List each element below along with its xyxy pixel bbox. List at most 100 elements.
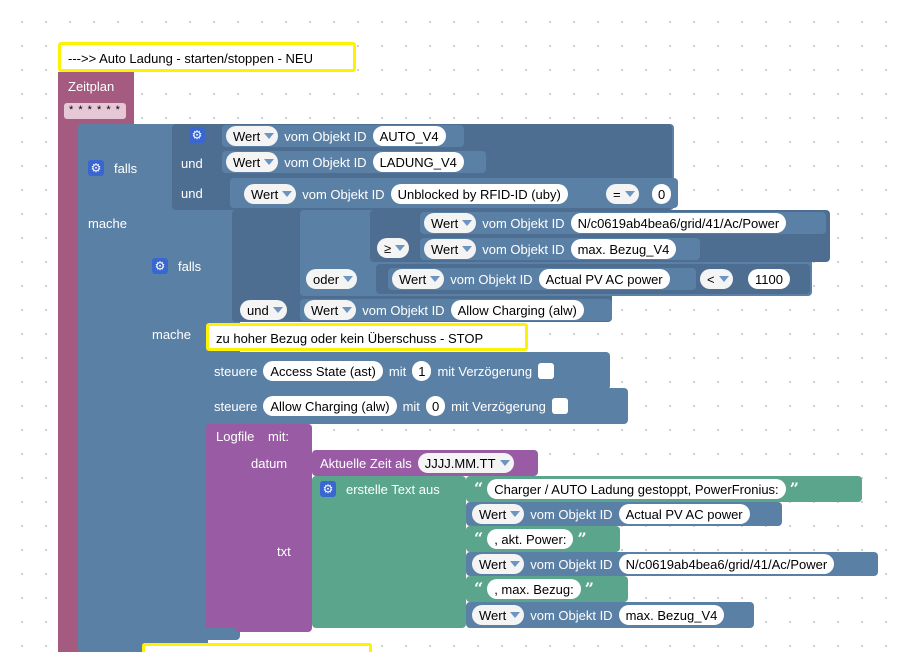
header-comment-block[interactable]: --->> Auto Ladung - starten/stoppen - NE…	[58, 42, 356, 72]
and-chain-gear-icon[interactable]: ⚙	[189, 127, 205, 143]
and-label-1: und	[181, 156, 203, 171]
create-text-block[interactable]	[312, 476, 466, 628]
attr-dropdown[interactable]: Wert	[244, 184, 297, 204]
attr-dropdown[interactable]: Wert	[472, 554, 525, 574]
date-format-dropdown[interactable]: JJJJ.MM.TT	[417, 453, 514, 473]
text-literal-1[interactable]: “ Charger / AUTO Ladung gestoppt, PowerF…	[466, 476, 862, 502]
object-id-field[interactable]: max. Bezug_V4	[618, 605, 725, 625]
with-label: mit	[402, 398, 420, 414]
attr-dropdown[interactable]: Wert	[424, 213, 477, 233]
attr-dropdown[interactable]: Wert	[472, 605, 525, 625]
schedule-cron-field[interactable]: * * * * * *	[64, 103, 126, 119]
attr-dropdown[interactable]: Wert	[304, 300, 357, 320]
object-id-field[interactable]: Access State (ast)	[263, 361, 383, 381]
attr-dropdown[interactable]: Wert	[424, 239, 477, 259]
number-value-0[interactable]: 0	[652, 184, 672, 204]
of-object-label: vom Objekt ID	[362, 302, 445, 318]
attr-dropdown[interactable]: Wert	[472, 504, 525, 524]
delay-checkbox[interactable]	[551, 398, 568, 414]
text-field[interactable]: , max. Bezug:	[487, 579, 581, 599]
lt-operator-dropdown[interactable]: <	[700, 269, 733, 289]
of-object-label: vom Objekt ID	[482, 241, 565, 257]
current-time-block[interactable]: Aktuelle Zeit als JJJJ.MM.TT	[312, 450, 538, 476]
outer-do-label: mache	[88, 216, 128, 231]
and-label-2: und	[181, 186, 203, 201]
control-label: steuere	[214, 398, 258, 414]
txt-label: txt	[277, 544, 291, 559]
or-operator-dropdown[interactable]: oder	[306, 269, 358, 289]
getter-max-bezug[interactable]: Wert vom Objekt ID max. Bezug_V4	[420, 238, 700, 260]
logfile-with-label: mit:	[268, 429, 289, 444]
cond-ladung-v4[interactable]: Wert vom Objekt ID LADUNG_V4	[222, 151, 486, 173]
ge-operator-dropdown[interactable]: ≥	[377, 238, 410, 258]
of-object-label: vom Objekt ID	[284, 128, 367, 144]
quote-close-icon: ”	[584, 579, 594, 598]
text-field[interactable]: Charger / AUTO Ladung gestoppt, PowerFro…	[487, 479, 786, 499]
getter-grid-power[interactable]: Wert vom Objekt ID N/c0619ab4bea6/grid/4…	[420, 212, 826, 234]
number-value-0[interactable]: 0	[425, 396, 446, 416]
text-literal-3[interactable]: “ , max. Bezug: ”	[466, 576, 628, 602]
object-id-field[interactable]: AUTO_V4	[372, 126, 446, 146]
quote-open-icon: “	[474, 529, 484, 548]
object-id-field[interactable]: Actual PV AC power	[618, 504, 750, 524]
delay-label: mit Verzögerung	[451, 398, 546, 414]
create-text-label: erstelle Text aus	[346, 482, 440, 497]
inner-if-label: falls	[178, 259, 202, 274]
of-object-label: vom Objekt ID	[482, 215, 565, 231]
text-field[interactable]: , akt. Power:	[487, 529, 574, 549]
schedule-label: Zeitplan	[68, 79, 115, 94]
outer-if-label: falls	[114, 161, 138, 176]
quote-close-icon: ”	[577, 529, 587, 548]
getter-allow-charging[interactable]: Wert vom Objekt ID Allow Charging (alw)	[300, 299, 612, 321]
cond-uby-getter[interactable]: Wert vom Objekt ID Unblocked by RFID-ID …	[240, 183, 604, 205]
current-time-label: Aktuelle Zeit als	[320, 455, 412, 471]
getter-log-pv-power[interactable]: Wert vom Objekt ID Actual PV AC power	[466, 502, 782, 526]
inner-do-label: mache	[152, 327, 192, 342]
logfile-label: Logfile	[216, 429, 255, 444]
object-id-field[interactable]: LADUNG_V4	[372, 152, 464, 172]
with-label: mit	[388, 363, 407, 379]
date-label: datum	[251, 456, 288, 471]
attr-dropdown[interactable]: Wert	[226, 126, 279, 146]
attr-dropdown[interactable]: Wert	[392, 269, 445, 289]
outer-if-gear-icon[interactable]: ⚙	[88, 160, 104, 176]
stop-comment-text: zu hoher Bezug oder kein Überschuss - ST…	[216, 331, 484, 346]
cond-auto-v4[interactable]: Wert vom Objekt ID AUTO_V4	[222, 125, 464, 147]
getter-pv-power[interactable]: Wert vom Objekt ID Actual PV AC power	[388, 268, 696, 290]
header-comment-text: --->> Auto Ladung - starten/stoppen - NE…	[68, 51, 313, 66]
object-id-field[interactable]: Unblocked by RFID-ID (uby)	[390, 184, 568, 204]
text-literal-2[interactable]: “ , akt. Power: ”	[466, 526, 620, 552]
of-object-label: vom Objekt ID	[302, 186, 385, 202]
object-id-field[interactable]: Allow Charging (alw)	[263, 396, 397, 416]
quote-open-icon: “	[474, 479, 484, 498]
number-value-1[interactable]: 1	[412, 361, 432, 381]
inner-if-bottom-cap	[142, 628, 236, 640]
control-access-state[interactable]: steuere Access State (ast) mit 1 mit Ver…	[206, 352, 610, 390]
object-id-field[interactable]: N/c0619ab4bea6/grid/41/Ac/Power	[618, 554, 835, 574]
object-id-field[interactable]: Allow Charging (alw)	[450, 300, 584, 320]
inner-if-gear-icon[interactable]: ⚙	[152, 258, 168, 274]
delay-checkbox[interactable]	[538, 363, 555, 379]
of-object-label: vom Objekt ID	[450, 271, 533, 287]
quote-open-icon: “	[474, 579, 484, 598]
getter-log-max-bezug[interactable]: Wert vom Objekt ID max. Bezug_V4	[466, 602, 754, 628]
and-operator-dropdown[interactable]: und	[240, 300, 287, 320]
number-value-1100[interactable]: 1100	[748, 269, 790, 289]
control-allow-charging[interactable]: steuere Allow Charging (alw) mit 0 mit V…	[206, 388, 628, 424]
of-object-label: vom Objekt ID	[530, 607, 613, 623]
object-id-field[interactable]: max. Bezug_V4	[570, 239, 677, 259]
object-id-field[interactable]: N/c0619ab4bea6/grid/41/Ac/Power	[570, 213, 787, 233]
getter-log-grid-power[interactable]: Wert vom Objekt ID N/c0619ab4bea6/grid/4…	[466, 552, 878, 576]
object-id-field[interactable]: Actual PV AC power	[538, 269, 670, 289]
next-comment-block[interactable]	[142, 643, 372, 652]
of-object-label: vom Objekt ID	[284, 154, 367, 170]
attr-dropdown[interactable]: Wert	[226, 152, 279, 172]
quote-close-icon: ”	[789, 479, 799, 498]
of-object-label: vom Objekt ID	[530, 556, 613, 572]
control-label: steuere	[214, 363, 258, 379]
delay-label: mit Verzögerung	[437, 363, 533, 379]
stop-comment-block[interactable]: zu hoher Bezug oder kein Überschuss - ST…	[206, 323, 528, 351]
create-text-gear-icon[interactable]: ⚙	[320, 481, 336, 497]
of-object-label: vom Objekt ID	[530, 506, 613, 522]
equals-operator-dropdown[interactable]: =	[606, 184, 639, 204]
